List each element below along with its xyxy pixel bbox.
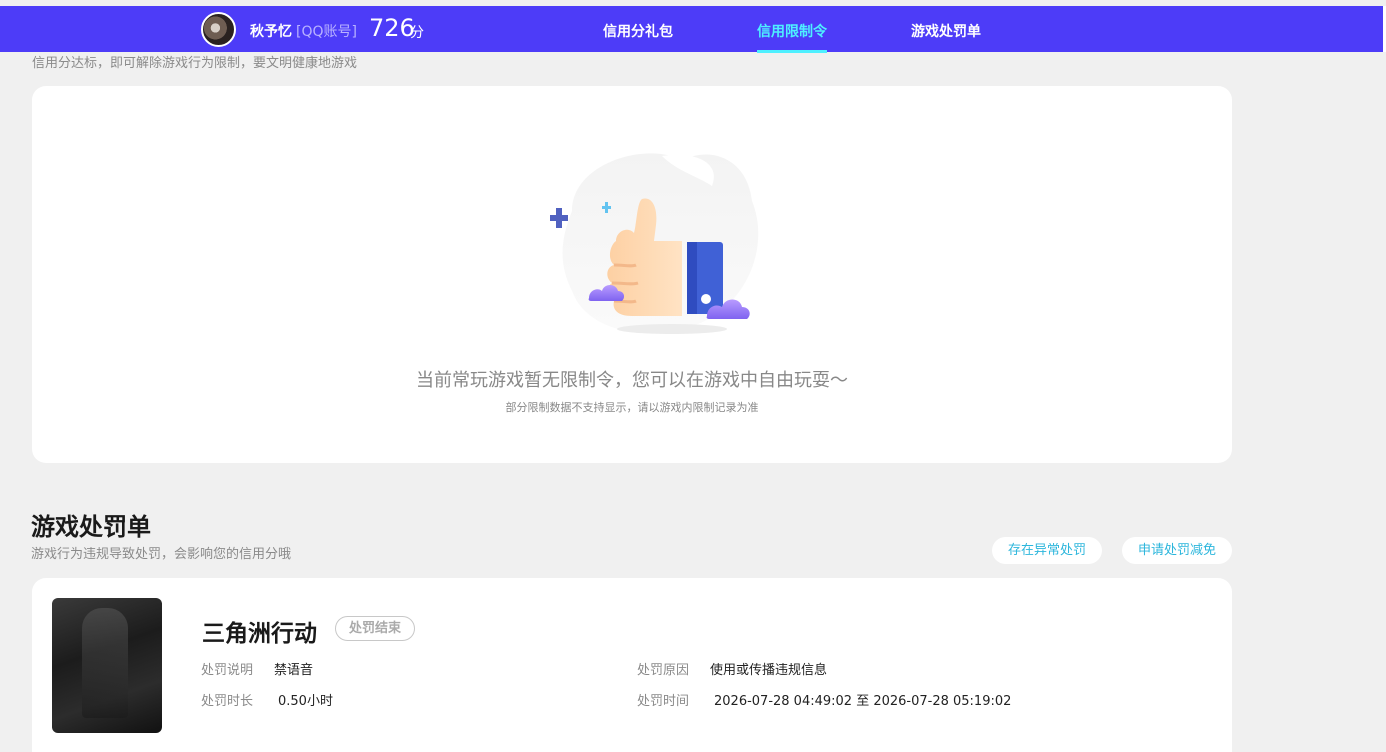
username: 秋予忆 [250, 24, 292, 40]
penalty-time-value: 2026-07-28 04:49:02 至 2026-07-28 05:19:0… [714, 694, 1012, 709]
top-nav-bar: 秋予忆 [QQ账号] 726 分 信用分礼包 信用限制令 游戏处罚单 [0, 6, 1386, 53]
tab-credit-gift[interactable]: 信用分礼包 [603, 21, 673, 41]
penalty-time-label: 处罚时间 [637, 694, 690, 709]
tab-credit-restriction[interactable]: 信用限制令 [757, 21, 827, 41]
penalty-reason-label: 处罚原因 [637, 663, 690, 678]
penalty-record-card[interactable]: 三角洲行动 处罚结束 处罚说明 禁语音 处罚原因 使用或传播违规信息 处罚时长 … [32, 578, 1232, 752]
active-tab-indicator [757, 50, 827, 53]
section-title: 游戏处罚单 [31, 513, 151, 541]
restriction-subtitle: 信用分达标，即可解除游戏行为限制，要文明健康地游戏 [32, 56, 358, 71]
account-type: [QQ账号] [296, 24, 357, 40]
status-badge: 处罚结束 [335, 616, 416, 641]
game-name: 三角洲行动 [202, 621, 317, 647]
section-description: 游戏行为违规导致处罚，会影响您的信用分哦 [31, 547, 292, 562]
thumbs-up-illustration [550, 153, 759, 334]
penalty-duration-value: 0.50小时 [278, 694, 333, 709]
penalty-desc-label: 处罚说明 [201, 663, 254, 678]
restriction-empty-card: 当前常玩游戏暂无限制令，您可以在游戏中自由玩耍～ 部分限制数据不支持显示，请以游… [32, 86, 1232, 463]
tab-game-penalty[interactable]: 游戏处罚单 [911, 21, 981, 41]
penalty-duration-label: 处罚时长 [201, 694, 254, 709]
penalty-desc-value: 禁语音 [274, 663, 314, 678]
credit-score-unit: 分 [410, 25, 424, 41]
empty-message: 当前常玩游戏暂无限制令，您可以在游戏中自由玩耍～ [416, 370, 848, 391]
empty-note: 部分限制数据不支持显示，请以游戏内限制记录为准 [505, 401, 759, 414]
credit-score: 726 [369, 14, 415, 42]
penalty-reason-value: 使用或传播违规信息 [710, 663, 828, 678]
avatar[interactable] [201, 12, 236, 47]
abnormal-penalty-button[interactable]: 存在异常处罚 [992, 537, 1102, 564]
apply-penalty-relief-button[interactable]: 申请处罚减免 [1122, 537, 1232, 564]
game-cover-image [52, 598, 162, 733]
